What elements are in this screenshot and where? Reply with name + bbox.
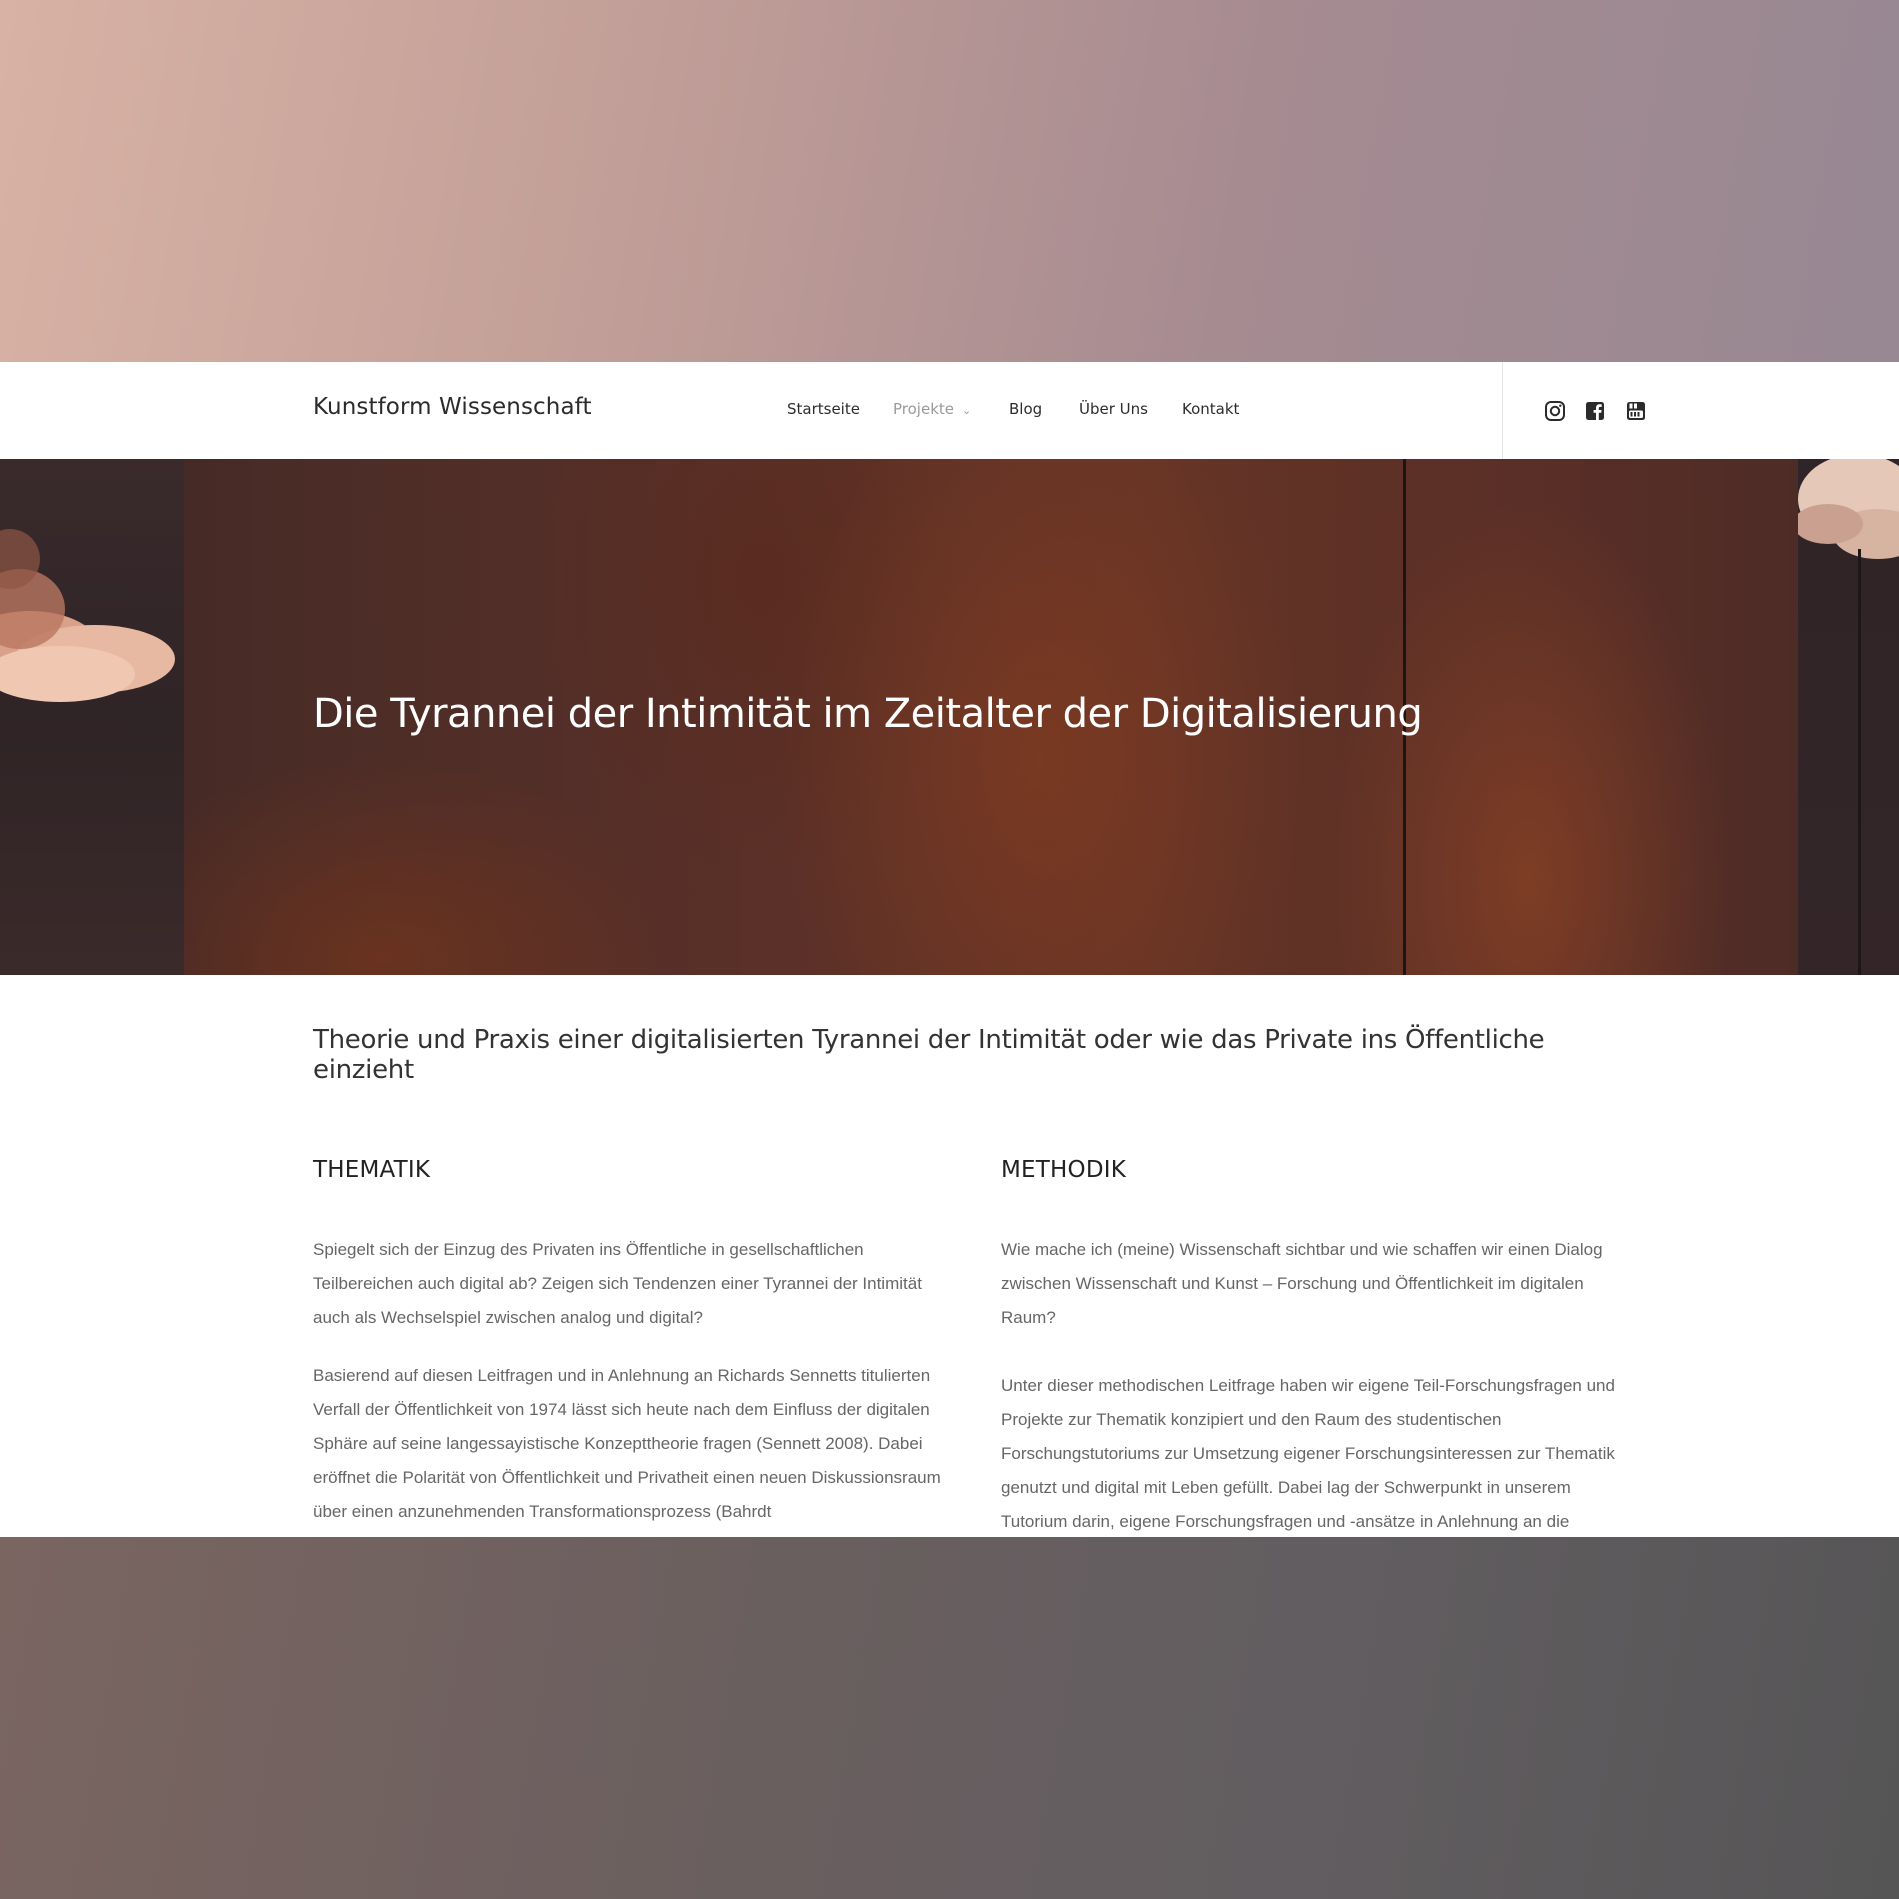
cloud-image-right [1798, 459, 1899, 559]
hero-title: Die Tyrannei der Intimität im Zeitalter … [313, 691, 1423, 737]
nav-item-blog[interactable]: Blog [1009, 400, 1042, 418]
nav-item-label: Kontakt [1182, 400, 1240, 418]
nav-item-kontakt[interactable]: Kontakt [1182, 400, 1239, 418]
nav-item-label: Blog [1009, 400, 1043, 418]
paragraph: Basierend auf diesen Leitfragen und in A… [313, 1366, 941, 1521]
chevron-down-icon: ⌄ [962, 404, 972, 417]
lead-text: Theorie und Praxis einer digitalisierten… [313, 1025, 1545, 1085]
youtube-icon[interactable] [1624, 399, 1648, 423]
section-heading: THEMATIK [313, 1157, 431, 1183]
section-heading: METHODIK [1001, 1157, 1127, 1183]
site-header: Kunstform Wissenschaft Startseite Projek… [0, 362, 1899, 460]
hero-image-seam-right [1858, 549, 1861, 975]
site-logo[interactable]: Kunstform Wissenschaft [313, 394, 592, 420]
instagram-icon[interactable] [1543, 399, 1567, 423]
nav-item-startseite[interactable]: Startseite [787, 400, 860, 418]
methodik-section: METHODIK Wie mache ich (meine) Wissensch… [1001, 1157, 1641, 1537]
nav-item-label: Über Uns [1079, 400, 1148, 418]
background-top [0, 0, 1899, 362]
facebook-icon[interactable] [1583, 399, 1607, 423]
nav-item-ueber-uns[interactable]: Über Uns [1079, 400, 1148, 418]
nav-item-label: Projekte [893, 400, 954, 418]
paragraph: Spiegelt sich der Einzug des Privaten in… [313, 1240, 922, 1327]
nav-item-label: Startseite [787, 400, 860, 418]
paragraph: Unter dieser methodischen Leitfrage habe… [1001, 1376, 1615, 1531]
paragraph: Wie mache ich (meine) Wissenschaft sicht… [1001, 1240, 1603, 1327]
website-frame: Kunstform Wissenschaft Startseite Projek… [0, 362, 1899, 1537]
header-divider [1502, 362, 1503, 459]
hero-banner: Die Tyrannei der Intimität im Zeitalter … [0, 459, 1899, 975]
nav-item-projekte[interactable]: Projekte ⌄ [893, 400, 971, 418]
cloud-image-left [0, 529, 175, 702]
thematik-section: THEMATIK Spiegelt sich der Einzug des Pr… [313, 1157, 953, 1529]
background-bottom [0, 1537, 1899, 1899]
